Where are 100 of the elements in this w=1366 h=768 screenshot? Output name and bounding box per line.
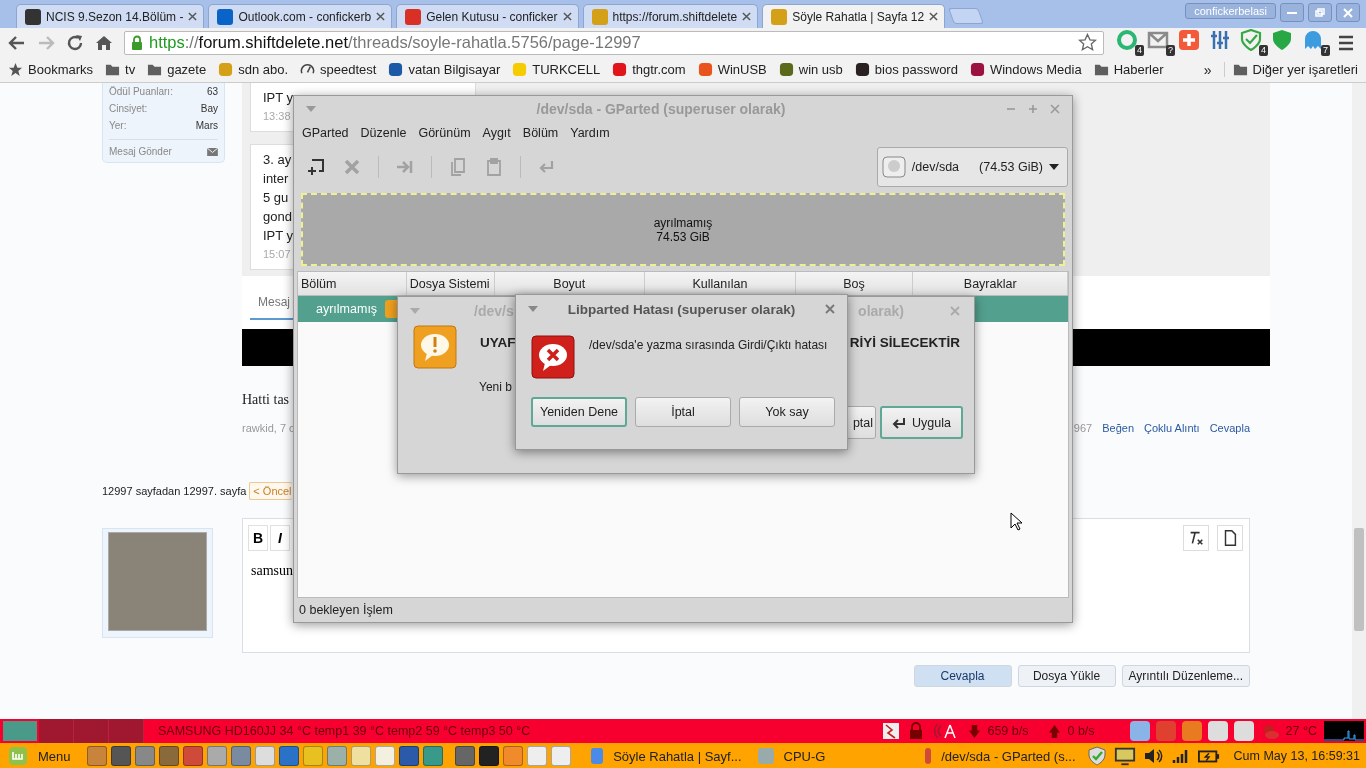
new-icon[interactable] [306,157,326,177]
forward-icon[interactable] [37,33,55,52]
bookmark-item[interactable]: WinUSB [697,62,767,77]
menu-item[interactable]: Yardım [570,126,610,140]
launcher-icon[interactable] [478,746,499,766]
taskbar-window-button[interactable]: CPU-G [749,748,917,764]
home-icon[interactable] [95,33,113,52]
column-header[interactable]: Bölüm [298,272,407,295]
menu-item[interactable]: Görünüm [418,126,471,140]
browser-tab[interactable]: NCIS 9.Sezon 14.Bölüm - [16,4,205,28]
reload-icon[interactable] [66,33,84,52]
favicon-icon [771,8,788,25]
device-selector[interactable]: /dev/sda (74.53 GiB) [876,147,1068,187]
browser-tab[interactable]: https://forum.shiftdelete [582,4,759,28]
post-number: 967 [1073,422,1093,434]
browser-tab[interactable]: Gelen Kutusu - conficker [396,4,579,28]
bookmark-item[interactable]: bios password [854,62,958,77]
bookmark-item[interactable]: TURKCELL [512,62,601,77]
app-icon[interactable] [1207,721,1228,741]
unallocated-partition-block[interactable]: ayrılmamış 74.53 GiB [301,193,1065,266]
close-icon[interactable] [562,12,572,21]
launcher-icon[interactable] [398,746,419,766]
bookmark-item[interactable]: Bookmarks [8,62,94,77]
bookmark-item[interactable]: thgtr.com [612,62,686,77]
window-menu-icon[interactable] [528,306,538,312]
bookmark-item[interactable]: vatan Bilgisayar [388,62,501,77]
launcher-icon[interactable] [110,746,131,766]
bookmark-item[interactable]: sdn abo. [218,62,289,77]
format-button[interactable]: I [270,525,290,551]
clear-format-icon[interactable] [1183,525,1209,551]
bookmark-item[interactable]: Windows Media [969,62,1082,77]
browser-tab[interactable]: Outlook.com - confickerb [208,4,393,28]
bookmark-item[interactable]: Haberler [1093,62,1164,77]
launcher-icon[interactable] [182,746,203,766]
document-icon[interactable] [1217,525,1243,551]
bookmark-item[interactable]: tv [105,62,136,77]
column-header[interactable]: Dosya Sistemi [406,272,495,295]
post-action-link[interactable]: Beğen [1102,422,1134,434]
menu-icon[interactable] [1337,33,1355,52]
bookmark-item[interactable]: gazete [147,62,207,77]
taskbar-window-button[interactable]: Söyle Rahatla | Sayf... [582,748,750,764]
favicon-icon [217,8,234,25]
partition-label: ayrılmamış [653,215,713,230]
extension-badge: 4 [1259,45,1268,56]
more-bookmarks-button[interactable]: » [1203,61,1212,78]
minimize-button[interactable] [1280,3,1304,22]
launcher-icon[interactable] [278,746,299,766]
start-menu-button[interactable]: Menu [0,746,81,766]
app-icon[interactable] [1129,721,1150,741]
close-icon[interactable] [825,304,835,314]
close-button[interactable] [1336,3,1360,22]
close-icon[interactable] [742,12,752,21]
back-icon[interactable] [8,33,26,52]
close-icon[interactable] [376,12,386,21]
menu-item[interactable]: GParted [302,126,349,140]
column-header[interactable]: Bayraklar [913,272,1068,295]
reply-action-button[interactable]: Cevapla [913,665,1012,687]
mint-logo-icon [8,746,28,766]
window-menu-icon[interactable] [410,308,420,314]
message-time: 15:07 [263,247,291,262]
sensor-readings: SAMSUNG HD160JJ 34 °C temp1 39 °C temp2 59 °C temp3 50 °C [158,724,531,738]
menu-item[interactable]: Düzenle [360,126,407,140]
download-speed: 659 b/s [987,724,1029,738]
post-action-link[interactable]: Cevapla [1209,422,1250,434]
format-button[interactable]: B [248,525,268,551]
window-menu-icon[interactable] [306,105,316,112]
shield-check-icon[interactable] [1085,746,1108,766]
minimize-icon [1287,11,1297,14]
post-action-link[interactable]: Çoklu Alıntı [1144,422,1200,434]
monitor-icon[interactable] [1113,746,1136,766]
restore-button[interactable] [1308,3,1332,22]
dialog-button[interactable]: İptal [635,397,731,427]
broken-page-icon[interactable] [882,722,901,740]
folder-icon [1093,62,1109,77]
other-bookmarks-folder[interactable]: Diğer yer işaretleri [1223,62,1358,77]
new-tab-button[interactable] [948,8,985,24]
envelope-icon [207,147,218,156]
reply-action-button[interactable]: Dosya Yükle [1017,665,1116,687]
partition-size: 74.53 GiB [656,229,710,244]
menu-item[interactable]: Aygıt [482,126,511,140]
bookmark-item[interactable]: win usb [778,62,843,77]
app-icon[interactable] [1233,721,1254,741]
dialog-button[interactable]: Yeniden Dene [531,397,627,427]
scrollbar-thumb[interactable] [1354,528,1364,631]
close-icon[interactable] [188,12,198,21]
message-text: 3. ay [263,151,292,169]
launcher-icon[interactable] [454,746,475,766]
close-icon[interactable] [929,12,939,21]
dialog-button[interactable]: Yok say [739,397,835,427]
launcher-icon[interactable] [158,746,179,766]
menu-item[interactable]: Bölüm [522,126,559,140]
maximize-icon[interactable] [1028,103,1038,114]
address-bar[interactable]: https://forum.shiftdelete.net/threads/soyle-rahatla.5756/page-12997 [124,30,1104,55]
bookmark-item[interactable]: speedtest [300,62,377,77]
dialog-button[interactable]: Uygula [880,406,963,439]
taskbar-window-button[interactable]: /dev/sda - GParted (s... [916,748,1084,764]
reply-action-button[interactable]: Ayrıntılı Düzenleme... [1121,665,1250,687]
error-message: /dev/sda'e yazma sırasında Girdi/Çıktı hatası [589,337,828,354]
bookmark-star-icon[interactable] [1078,33,1097,52]
browser-tab[interactable]: Söyle Rahatla | Sayfa 12 [762,4,946,28]
